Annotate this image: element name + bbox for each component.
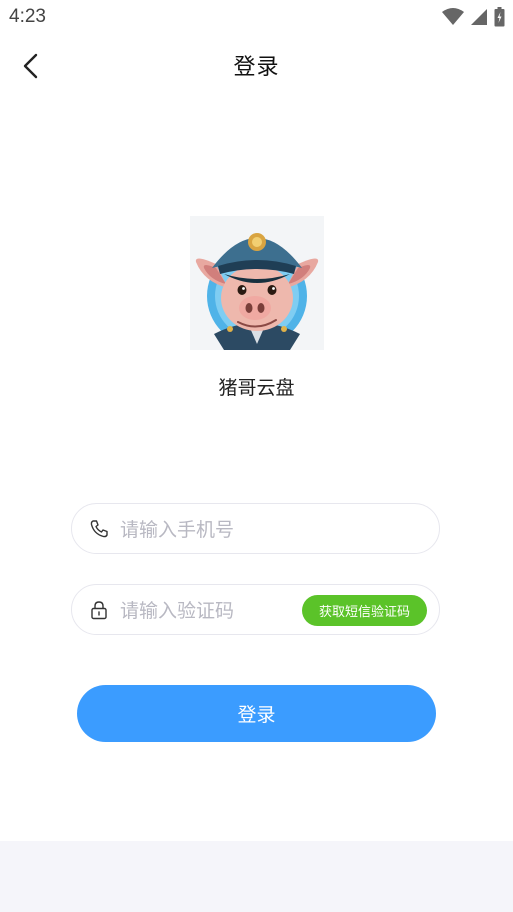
wifi-icon <box>442 8 464 25</box>
code-field: 获取短信验证码 <box>71 584 440 635</box>
app-logo <box>190 216 324 350</box>
page-title: 登录 <box>233 55 280 80</box>
battery-icon <box>494 7 505 27</box>
phone-icon <box>90 520 108 538</box>
phone-field <box>71 503 440 554</box>
signal-icon <box>471 9 487 25</box>
lock-icon <box>91 601 107 620</box>
code-input[interactable] <box>118 593 322 629</box>
status-time: 4:23 <box>9 6 46 27</box>
login-button[interactable]: 登录 <box>77 685 436 742</box>
get-sms-code-button[interactable]: 获取短信验证码 <box>302 595 427 626</box>
bottom-area <box>0 841 513 912</box>
status-icons <box>442 7 505 27</box>
status-bar: 4:23 <box>0 0 513 34</box>
app-name: 猪哥云盘 <box>218 377 295 399</box>
nav-bar: 登录 <box>0 40 513 92</box>
phone-input[interactable] <box>118 512 322 548</box>
